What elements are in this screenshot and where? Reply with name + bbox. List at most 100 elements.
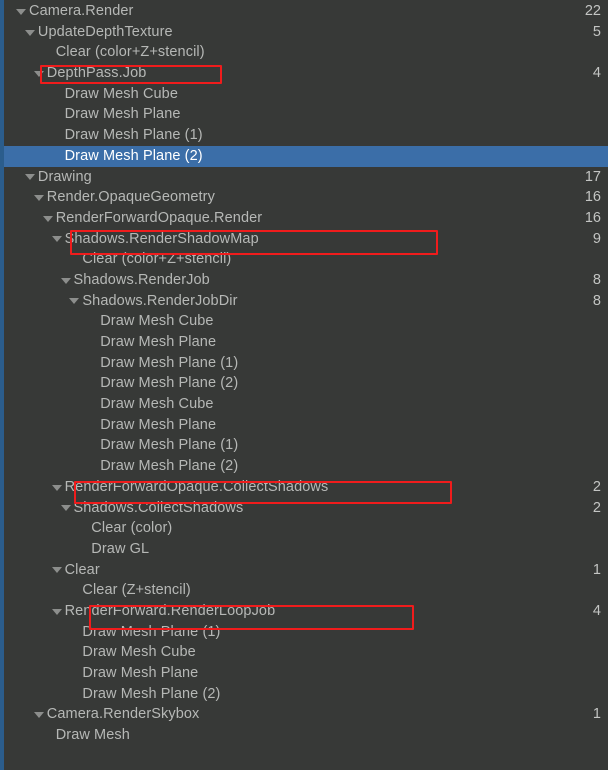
tree-row[interactable]: Camera.RenderSkybox 1 [4,704,608,725]
chevron-down-icon[interactable] [42,208,55,228]
tree-row-label: Shadows.RenderJob [73,271,210,288]
tree-row[interactable]: Draw Mesh Plane (2) [4,684,608,705]
leaf-spacer-icon [86,415,99,435]
tree-row[interactable]: Shadows.RenderJobDir 8 [4,291,608,312]
tree-row-label: Draw Mesh Plane (1) [100,437,239,454]
tree-row[interactable]: Draw Mesh Cube [4,394,608,415]
tree-row-value: 8 [592,271,601,288]
leaf-spacer-icon [68,684,81,704]
tree-row[interactable]: DepthPass.Job 4 [4,63,608,84]
tree-row[interactable]: Draw Mesh Cube [4,84,608,105]
leaf-spacer-icon [86,332,99,352]
tree-row[interactable]: RenderForward.RenderLoopJob 4 [4,601,608,622]
leaf-spacer-icon [86,312,99,332]
chevron-down-icon[interactable] [60,270,73,290]
tree-row[interactable]: Shadows.CollectShadows 2 [4,498,608,519]
tree-row[interactable]: Draw Mesh Plane [4,663,608,684]
tree-row-label: RenderForward.RenderLoopJob [64,602,276,619]
tree-row-value: 1 [592,706,601,723]
leaf-spacer-icon [68,643,81,663]
leaf-spacer-icon [42,725,55,745]
chevron-down-icon[interactable] [24,22,37,42]
chevron-down-icon[interactable] [24,167,37,187]
tree-row[interactable]: Draw GL [4,539,608,560]
leaf-spacer-icon [68,663,81,683]
profiler-hierarchy-panel[interactable]: Camera.Render 22 UpdateDepthTexture 5 Clear … [0,0,608,770]
tree-row[interactable]: Clear 1 [4,560,608,581]
tree-row[interactable]: Draw Mesh Cube [4,311,608,332]
profiler-tree[interactable]: Camera.Render 22 UpdateDepthTexture 5 Clear … [4,0,608,746]
leaf-spacer-icon [68,581,81,601]
tree-row-label: Draw Mesh Cube [64,85,179,102]
tree-row[interactable]: Camera.Render 22 [4,1,608,22]
tree-row-label: Shadows.RenderShadowMap [64,230,259,247]
tree-row[interactable]: Draw Mesh Plane [4,332,608,353]
tree-row[interactable]: UpdateDepthTexture 5 [4,22,608,43]
tree-row[interactable]: RenderForwardOpaque.CollectShadows 2 [4,477,608,498]
tree-row[interactable]: Draw Mesh Plane (1) [4,125,608,146]
tree-row[interactable]: Draw Mesh Plane [4,415,608,436]
tree-row-value: 22 [584,3,601,19]
tree-row-label: Clear [64,561,100,578]
tree-row[interactable]: Draw Mesh Plane (2) [4,145,608,167]
tree-row[interactable]: Draw Mesh Plane (2) [4,373,608,394]
tree-row[interactable]: Shadows.RenderJob 8 [4,270,608,291]
tree-row-label: Draw Mesh Plane (1) [100,354,239,371]
tree-row-value: 9 [592,230,601,247]
chevron-down-icon[interactable] [51,229,64,249]
tree-row[interactable]: Draw Mesh [4,725,608,746]
tree-row-label: UpdateDepthTexture [37,23,173,40]
tree-row[interactable]: Clear (color+Z+stencil) [4,42,608,63]
tree-row-label: Draw Mesh Plane [100,416,217,433]
chevron-down-icon[interactable] [33,705,46,725]
tree-row-label: Draw Mesh Cube [82,644,196,661]
leaf-spacer-icon [86,436,99,456]
chevron-down-icon[interactable] [60,498,73,518]
tree-row-value: 8 [592,292,601,309]
chevron-down-icon[interactable] [51,601,64,621]
tree-row-label: RenderForwardOpaque.CollectShadows [64,478,329,495]
tree-row-label: Draw Mesh Plane (2) [82,685,221,702]
tree-row-label: Clear (color+Z+stencil) [55,44,205,61]
tree-row[interactable]: Render.OpaqueGeometry 16 [4,187,608,208]
leaf-spacer-icon [86,353,99,373]
tree-row-label: Draw Mesh Cube [100,313,214,330]
chevron-down-icon[interactable] [33,63,46,83]
leaf-spacer-icon [86,394,99,414]
tree-row[interactable]: Draw Mesh Plane (1) [4,435,608,456]
chevron-down-icon[interactable] [33,188,46,208]
chevron-down-icon[interactable] [51,477,64,497]
tree-row-value: 16 [584,189,601,206]
tree-row-label: Draw Mesh Plane (1) [64,127,203,144]
tree-row-label: Clear (color+Z+stencil) [82,251,232,268]
tree-row[interactable]: Draw Mesh Plane (2) [4,456,608,477]
tree-row-label: Draw Mesh Plane (2) [64,147,203,164]
leaf-spacer-icon [77,539,90,559]
tree-row-value: 4 [592,65,601,82]
tree-row[interactable]: Clear (color+Z+stencil) [4,249,608,270]
tree-row-label: Camera.Render [29,3,134,19]
tree-row-label: Shadows.CollectShadows [73,499,244,516]
tree-row-label: Draw Mesh Plane [100,334,217,350]
chevron-down-icon[interactable] [15,1,28,21]
tree-row-value: 2 [592,478,601,495]
tree-row[interactable]: Draw Mesh Plane [4,104,608,125]
tree-row[interactable]: Draw Mesh Plane (1) [4,622,608,643]
tree-row[interactable]: Draw Mesh Plane (1) [4,353,608,374]
leaf-spacer-icon [51,146,64,166]
tree-row[interactable]: Shadows.RenderShadowMap 9 [4,229,608,250]
tree-row-label: Draw Mesh Plane [64,106,181,123]
tree-row[interactable]: Draw Mesh Cube [4,642,608,663]
leaf-spacer-icon [68,250,81,270]
tree-row-label: Clear (color) [91,520,173,537]
tree-row[interactable]: Clear (color) [4,518,608,539]
chevron-down-icon[interactable] [68,291,81,311]
tree-row-label: Draw Mesh Plane (1) [82,623,221,640]
tree-row[interactable]: Clear (Z+stencil) [4,580,608,601]
chevron-down-icon[interactable] [51,560,64,580]
leaf-spacer-icon [68,622,81,642]
tree-row-label: Draw GL [91,540,150,557]
tree-row[interactable]: RenderForwardOpaque.Render 16 [4,208,608,229]
leaf-spacer-icon [51,125,64,145]
tree-row[interactable]: Drawing 17 [4,167,608,188]
